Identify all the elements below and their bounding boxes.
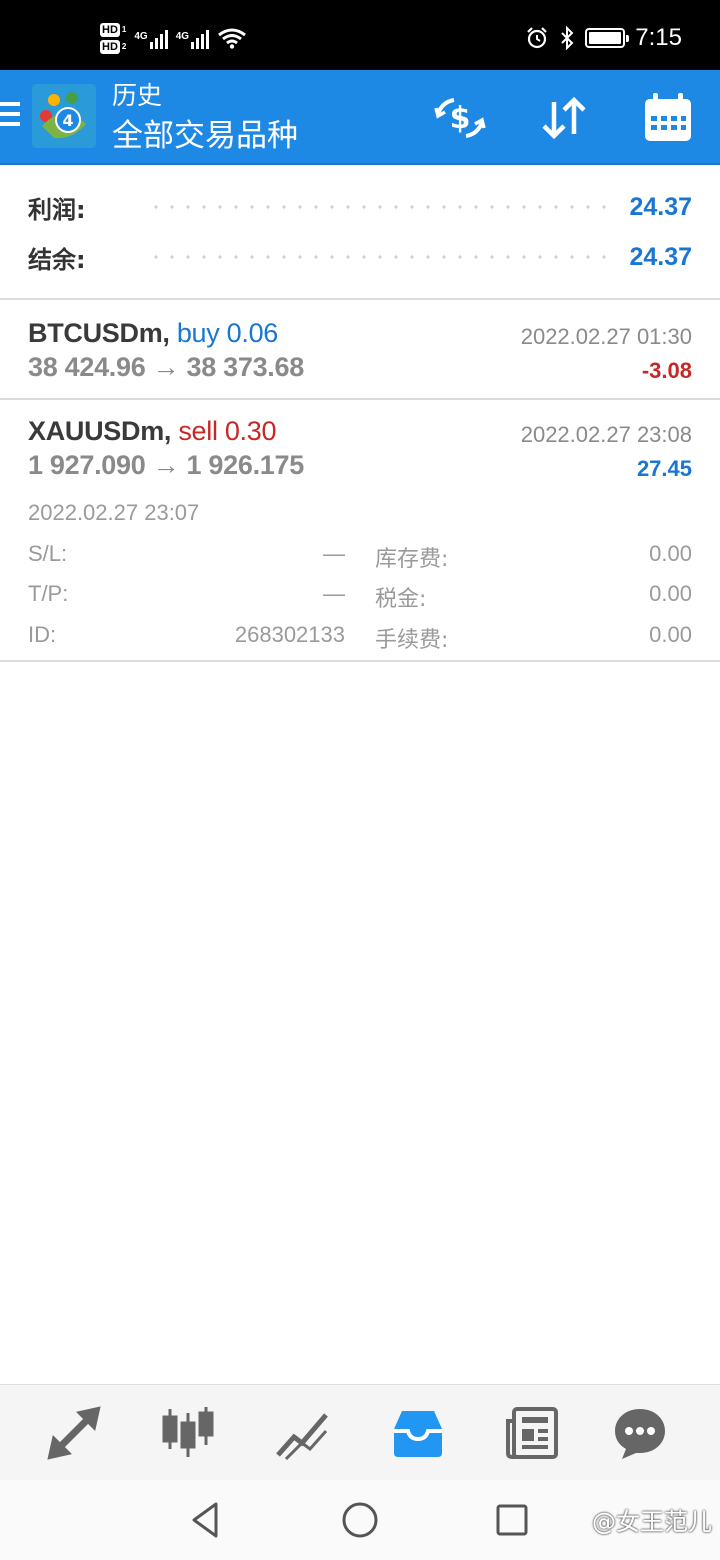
home-icon[interactable] [338, 1498, 382, 1542]
recents-icon[interactable] [490, 1498, 534, 1542]
network-type-1: 4G [134, 31, 148, 42]
back-icon[interactable] [184, 1498, 228, 1542]
calendar-icon[interactable] [640, 90, 696, 146]
trade-row[interactable]: BTCUSDm, buy 0.06 38 424.96 → 38 373.68 … [0, 300, 720, 400]
sort-icon[interactable] [536, 90, 592, 146]
id-value: 268302133 [234, 622, 345, 647]
status-bar: HD 1 HD 2 4G 4G 7:15 [0, 0, 720, 70]
wifi-icon [218, 28, 246, 49]
sl-value: — [323, 541, 345, 566]
app-bar: 4 历史 全部交易品种 $ [0, 70, 720, 165]
profit-label: 利润: [28, 195, 86, 224]
sim1-number: 1 [121, 25, 127, 34]
sim2-indicator: HD 2 [100, 39, 127, 54]
chart-icon[interactable] [272, 1403, 332, 1463]
summary-panel: 利润: 24.37 结余: 24.37 [0, 165, 720, 300]
signal-2: 4G [175, 27, 210, 49]
system-navigation-bar: @女王范儿 [0, 1480, 720, 1560]
network-type-2: 4G [175, 31, 190, 42]
trade-profit: 27.45 [636, 456, 692, 481]
sim1-hd-label: HD [100, 22, 120, 37]
symbol-filter-title[interactable]: 全部交易品种 [112, 112, 298, 160]
bluetooth-icon [561, 26, 574, 50]
sim2-hd-label: HD [100, 39, 120, 54]
balance-value: 24.37 [629, 242, 692, 271]
messages-icon[interactable] [610, 1403, 670, 1463]
status-right: 7:15 [525, 24, 682, 52]
trade-close-time: 2022.02.27 01:30 [520, 324, 692, 349]
id-label: ID: [28, 622, 57, 647]
alarm-icon [527, 27, 548, 49]
commission-label: 手续费: [375, 628, 449, 653]
trade-profit: -3.08 [641, 358, 692, 383]
symbol-name: BTCUSDm, [28, 318, 170, 348]
tp-value: — [323, 581, 345, 606]
news-icon[interactable] [502, 1403, 562, 1463]
tax-label: 税金: [375, 587, 427, 612]
trade-row-expanded[interactable]: XAUUSDm, sell 0.30 1 927.090 → 1 926.175… [0, 400, 720, 662]
currency-exchange-icon[interactable]: $ [432, 90, 488, 146]
menu-icon[interactable] [0, 102, 20, 132]
commission-value: 0.00 [649, 622, 692, 647]
tax-value: 0.00 [649, 581, 692, 606]
page-title: 历史 [112, 81, 163, 110]
swap-label: 库存费: [375, 547, 449, 572]
trade-icon[interactable] [44, 1403, 104, 1463]
dotted-leader [148, 255, 616, 259]
svg-text:$: $ [450, 101, 471, 136]
trade-symbol: XAUUSDm, sell 0.30 [28, 416, 277, 447]
svg-text:4: 4 [62, 111, 73, 130]
signal-bars-2-icon [191, 27, 210, 49]
swap-value: 0.00 [649, 541, 692, 566]
profit-value: 24.37 [629, 192, 692, 221]
bottom-navigation [0, 1384, 720, 1480]
profit-row: 利润: 24.37 [28, 187, 692, 227]
signal-1: 4G [134, 27, 168, 49]
title-block: 历史 全部交易品种 [112, 80, 298, 160]
trade-open-time: 2022.02.27 23:07 [28, 500, 200, 525]
sim2-number: 2 [121, 42, 127, 51]
quotes-icon[interactable] [158, 1403, 218, 1463]
sim1-indicator: HD 1 [100, 22, 127, 37]
status-left: HD 1 HD 2 4G 4G [100, 16, 247, 60]
balance-row: 结余: 24.37 [28, 237, 692, 277]
trade-symbol: BTCUSDm, buy 0.06 [28, 318, 278, 349]
trade-prices: 38 424.96 → 38 373.68 [28, 352, 304, 382]
sim-indicators: HD 1 HD 2 [100, 22, 127, 54]
trade-side-volume: buy 0.06 [176, 318, 278, 348]
balance-label: 结余: [28, 245, 86, 274]
clock: 7:15 [635, 24, 682, 51]
trade-close-time: 2022.02.27 23:08 [520, 422, 692, 447]
symbol-name: XAUUSDm, [28, 416, 172, 446]
tp-label: T/P: [28, 581, 69, 606]
sl-label: S/L: [28, 541, 68, 566]
history-icon[interactable] [388, 1403, 448, 1463]
watermark: @女王范儿 [592, 1508, 712, 1536]
dotted-leader [148, 205, 616, 209]
signal-bars-1-icon [149, 27, 168, 49]
trade-side-volume: sell 0.30 [178, 416, 277, 446]
metatrader-logo[interactable]: 4 [32, 84, 96, 148]
battery-icon [585, 28, 630, 48]
trade-prices: 1 927.090 → 1 926.175 [28, 450, 304, 480]
